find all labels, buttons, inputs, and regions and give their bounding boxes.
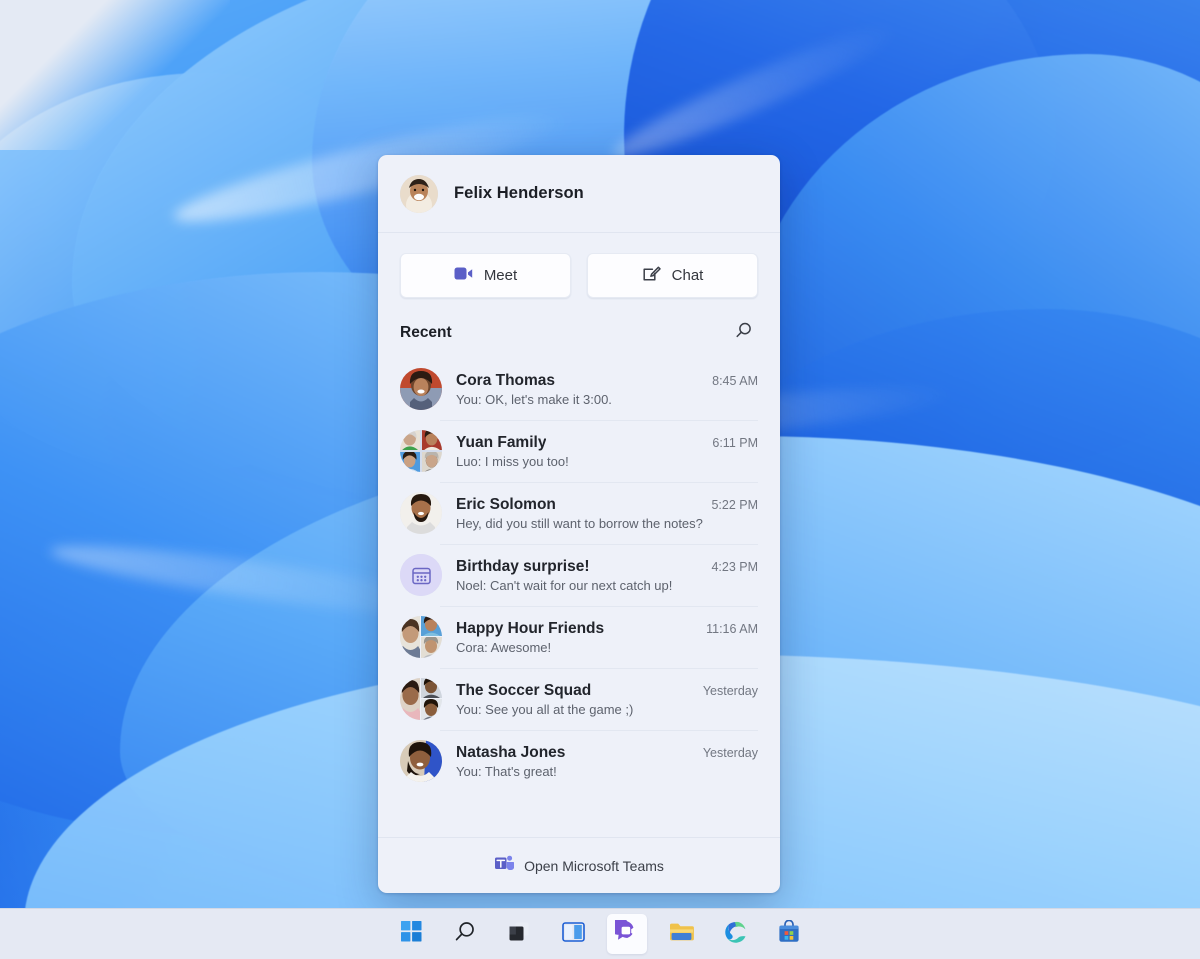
open-teams-label: Open Microsoft Teams	[524, 857, 664, 874]
teams-chat-icon	[608, 916, 640, 948]
search-button[interactable]	[445, 914, 485, 954]
list-item-body: Cora Thomas 8:45 AM You: OK, let's make …	[456, 372, 758, 407]
microsoft-teams-icon	[494, 854, 515, 877]
folder-icon	[669, 921, 694, 947]
list-item[interactable]: Cora Thomas 8:45 AM You: OK, let's make …	[378, 358, 780, 420]
profile-name: Felix Henderson	[454, 184, 584, 202]
flyout-header: Felix Henderson	[378, 155, 780, 233]
list-item-body: Eric Solomon 5:22 PM Hey, did you still …	[456, 496, 758, 531]
chat-name: Natasha Jones	[456, 743, 566, 761]
avatar	[400, 616, 442, 658]
list-item-body: Happy Hour Friends 11:16 AM Cora: Awesom…	[456, 620, 758, 655]
widgets-icon	[561, 921, 585, 947]
meet-button-label: Meet	[483, 267, 518, 284]
taskbar	[0, 908, 1200, 959]
list-item[interactable]: Natasha Jones Yesterday You: That's grea…	[378, 730, 780, 792]
desktop: Felix Henderson Meet Chat Recent Cora Th…	[0, 0, 1200, 959]
edge-button[interactable]	[715, 914, 755, 954]
open-microsoft-teams-button[interactable]: Open Microsoft Teams	[378, 837, 780, 893]
chat-name: Eric Solomon	[456, 495, 556, 513]
task-view-button[interactable]	[499, 914, 539, 954]
list-item[interactable]: Yuan Family 6:11 PM Luo: I miss you too!	[378, 420, 780, 482]
avatar	[400, 174, 438, 213]
search-chats-button[interactable]	[728, 318, 758, 348]
avatar	[400, 554, 442, 596]
list-item-body: Birthday surprise! 4:23 PM Noel: Can't w…	[456, 558, 758, 593]
quick-actions: Meet Chat	[378, 233, 780, 316]
avatar	[400, 678, 442, 720]
avatar	[400, 430, 442, 472]
list-item-body: The Soccer Squad Yesterday You: See you …	[456, 682, 758, 717]
chat-name: Yuan Family	[456, 433, 547, 451]
widgets-button[interactable]	[553, 914, 593, 954]
chat-timestamp: 4:23 PM	[711, 559, 758, 574]
windows-logo-icon	[400, 921, 422, 947]
search-icon	[453, 920, 477, 949]
chat-timestamp: 5:22 PM	[711, 497, 758, 512]
chat-preview: Luo: I miss you too!	[456, 453, 569, 469]
video-camera-icon	[454, 266, 473, 286]
list-item-body: Yuan Family 6:11 PM Luo: I miss you too!	[456, 434, 758, 469]
avatar	[400, 368, 442, 410]
recent-header: Recent	[378, 316, 780, 358]
task-view-icon	[508, 921, 531, 948]
chat-button-label: Chat	[671, 267, 704, 284]
wallpaper-corner-light	[0, 0, 230, 150]
chat-timestamp: 11:16 AM	[706, 621, 758, 636]
list-item-body: Natasha Jones Yesterday You: That's grea…	[456, 744, 758, 779]
chat-timestamp: 6:11 PM	[712, 435, 758, 450]
list-item[interactable]: Birthday surprise! 4:23 PM Noel: Can't w…	[378, 544, 780, 606]
chat-name: Cora Thomas	[456, 371, 556, 389]
start-button[interactable]	[391, 914, 431, 954]
chat-flyout-panel: Felix Henderson Meet Chat Recent Cora Th…	[378, 155, 780, 893]
microsoft-edge-icon	[724, 920, 747, 948]
chat-button[interactable]	[607, 914, 647, 954]
recent-chat-list: Cora Thomas 8:45 AM You: OK, let's make …	[378, 358, 780, 837]
calendar-icon	[400, 554, 442, 596]
avatar	[400, 492, 442, 534]
search-icon	[734, 321, 753, 345]
chat-button[interactable]: Chat	[587, 253, 758, 298]
chat-preview: You: See you all at the game ;)	[456, 701, 634, 717]
chat-preview: Noel: Can't wait for our next catch up!	[456, 577, 673, 593]
chat-name: The Soccer Squad	[456, 681, 592, 699]
chat-preview: Hey, did you still want to borrow the no…	[456, 515, 703, 531]
chat-preview: You: That's great!	[456, 763, 557, 779]
meet-button[interactable]: Meet	[400, 253, 571, 298]
list-item[interactable]: Eric Solomon 5:22 PM Hey, did you still …	[378, 482, 780, 544]
chat-preview: Cora: Awesome!	[456, 639, 552, 655]
chat-timestamp: Yesterday	[702, 683, 758, 698]
taskbar-items	[391, 914, 809, 954]
chat-timestamp: Yesterday	[702, 745, 758, 760]
avatar	[400, 740, 442, 782]
chat-name: Happy Hour Friends	[456, 619, 605, 637]
microsoft-store-icon	[778, 919, 800, 948]
list-item[interactable]: Happy Hour Friends 11:16 AM Cora: Awesom…	[378, 606, 780, 668]
chat-name: Birthday surprise!	[456, 557, 590, 575]
microsoft-store-button[interactable]	[769, 914, 809, 954]
chat-preview: You: OK, let's make it 3:00.	[456, 391, 612, 407]
recent-title: Recent	[400, 324, 452, 341]
chat-timestamp: 8:45 AM	[712, 373, 758, 388]
compose-chat-icon	[642, 264, 661, 288]
file-explorer-button[interactable]	[661, 914, 701, 954]
list-item[interactable]: The Soccer Squad Yesterday You: See you …	[378, 668, 780, 730]
